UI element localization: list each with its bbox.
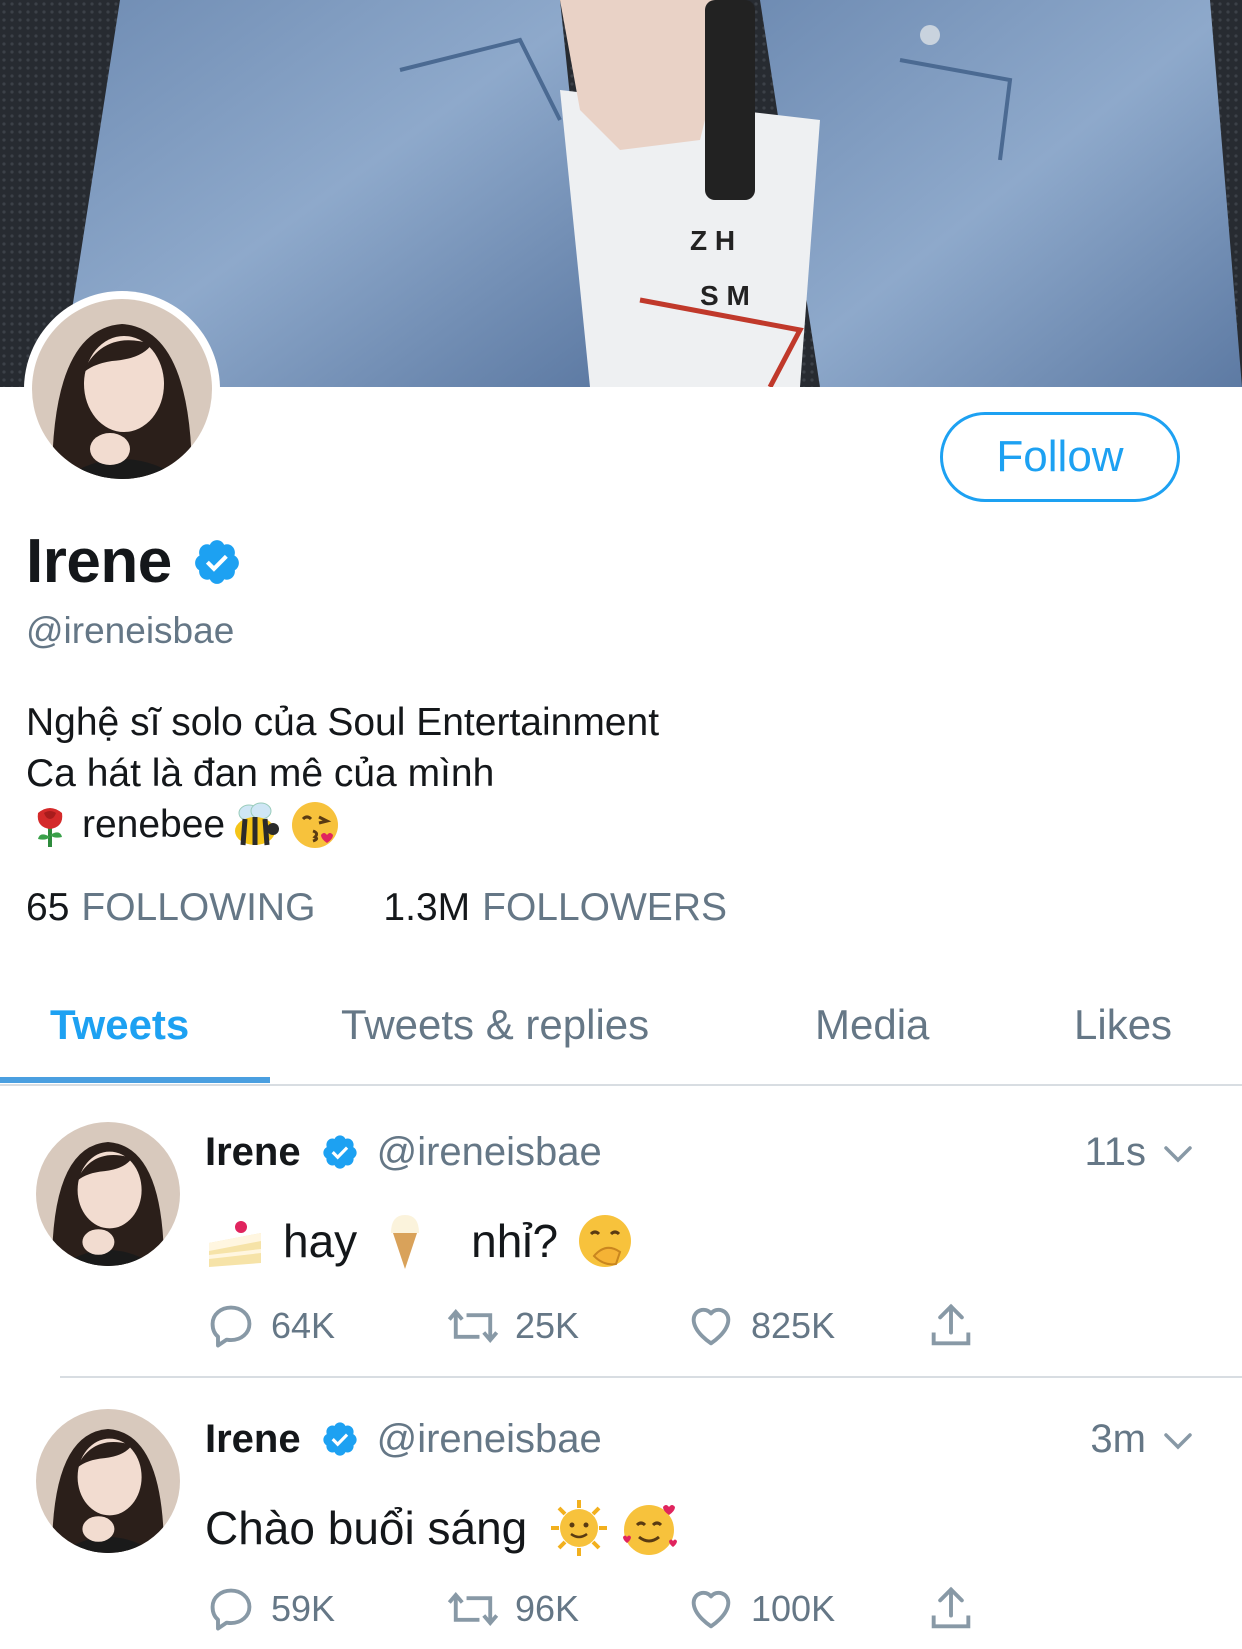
like-count: 100K xyxy=(751,1588,836,1629)
like-count: 825K xyxy=(751,1305,836,1346)
verified-badge-icon xyxy=(194,539,239,584)
reply-icon xyxy=(210,1588,252,1631)
followers-count: 1.3M xyxy=(383,886,471,929)
reply-count: 59K xyxy=(271,1588,336,1629)
tweet-author-name[interactable]: Irene xyxy=(205,1417,301,1462)
like-button[interactable]: 825K xyxy=(685,1296,835,1356)
rose-emoji-icon xyxy=(37,807,63,847)
cake-emoji-icon xyxy=(209,1221,261,1267)
reply-button[interactable]: 59K xyxy=(205,1579,335,1639)
tweet-actions: 59K 96K 100K xyxy=(205,1579,1105,1639)
retweet-button[interactable]: 96K xyxy=(445,1579,579,1639)
following-count: 65 xyxy=(26,886,70,929)
tweet-avatar[interactable] xyxy=(36,1409,180,1553)
verified-badge-icon xyxy=(322,1135,357,1169)
tweet-author-handle[interactable]: @ireneisbae xyxy=(377,1417,602,1462)
bio-line-1: Nghệ sĩ solo của Soul Entertainment xyxy=(26,701,660,744)
reply-count: 64K xyxy=(271,1305,336,1346)
svg-text:S M: S M xyxy=(700,280,750,311)
followers-label: FOLLOWERS xyxy=(482,886,727,929)
followers-stat[interactable]: 1.3M FOLLOWERS xyxy=(383,886,727,930)
tab-media[interactable]: Media xyxy=(815,970,929,1080)
retweet-button[interactable]: 25K xyxy=(445,1296,579,1356)
profile-bio: Nghệ sĩ solo của Soul Entertainment Ca h… xyxy=(26,697,659,850)
profile-name-text: Irene xyxy=(26,527,172,596)
bio-line-2: Ca hát là đan mê của mình xyxy=(26,752,495,795)
ice-cream-emoji-icon xyxy=(391,1215,420,1269)
tweet-timestamp[interactable]: 11s xyxy=(1084,1130,1146,1175)
profile-stats: 65 FOLLOWING 1.3M FOLLOWERS xyxy=(26,886,727,930)
reply-icon xyxy=(210,1305,252,1348)
following-label: FOLLOWING xyxy=(81,886,316,929)
retweet-count: 25K xyxy=(515,1305,580,1346)
tweet-actions: 64K 25K 825K xyxy=(205,1296,1105,1356)
tweet-text: Chào buổi sáng xyxy=(205,1493,681,1563)
tweet-header: Irene @ireneisbae xyxy=(205,1409,602,1469)
tweet-author-handle[interactable]: @ireneisbae xyxy=(377,1130,602,1175)
tweet-header: Irene @ireneisbae xyxy=(205,1122,602,1182)
tweet-text: hay nhỉ? xyxy=(205,1206,634,1276)
tab-tweets-and-replies[interactable]: Tweets & replies xyxy=(341,970,649,1080)
tweet-divider xyxy=(60,1376,1242,1378)
share-icon xyxy=(931,1303,971,1346)
tweet-text-content: Chào buổi sáng xyxy=(205,1502,528,1554)
profile-avatar[interactable] xyxy=(24,291,220,487)
smiling-face-hearts-emoji-icon xyxy=(623,1505,678,1555)
tweet-avatar[interactable] xyxy=(36,1122,180,1266)
share-icon xyxy=(931,1586,971,1629)
heart-icon xyxy=(691,1307,731,1346)
tweet-timestamp[interactable]: 3m xyxy=(1090,1417,1146,1462)
following-stat[interactable]: 65 FOLLOWING xyxy=(26,886,315,930)
sun-face-emoji-icon xyxy=(551,1500,608,1556)
tweet-author-name[interactable]: Irene xyxy=(205,1130,301,1175)
tweet-text-part: hay xyxy=(283,1215,358,1267)
profile-display-name: Irene xyxy=(26,526,242,597)
heart-icon xyxy=(691,1590,731,1629)
chevron-down-icon[interactable] xyxy=(1160,1136,1196,1172)
bee-emoji-icon xyxy=(235,802,280,845)
chevron-down-icon[interactable] xyxy=(1160,1423,1196,1459)
retweet-icon xyxy=(447,1309,499,1343)
like-button[interactable]: 100K xyxy=(685,1579,835,1639)
tab-likes[interactable]: Likes xyxy=(1074,970,1172,1080)
share-button[interactable] xyxy=(925,1296,991,1356)
active-tab-indicator xyxy=(0,1077,270,1083)
profile-tabs: Tweets Tweets & replies Media Likes xyxy=(0,970,1242,1086)
retweet-icon xyxy=(447,1592,499,1626)
bio-renebee-text: renebee xyxy=(82,803,226,846)
tab-tweets[interactable]: Tweets xyxy=(50,970,189,1080)
share-button[interactable] xyxy=(925,1579,991,1639)
kissing-face-emoji-icon xyxy=(292,801,339,848)
verified-badge-icon xyxy=(322,1422,357,1456)
hand-over-mouth-emoji-icon xyxy=(579,1215,632,1267)
bio-line-3: renebee xyxy=(26,799,659,850)
follow-button[interactable]: Follow xyxy=(940,412,1180,502)
tweet-text-part: nhỉ? xyxy=(471,1215,559,1267)
retweet-count: 96K xyxy=(515,1588,580,1629)
svg-text:Z H: Z H xyxy=(690,225,735,256)
profile-handle: @ireneisbae xyxy=(26,610,235,651)
reply-button[interactable]: 64K xyxy=(205,1296,335,1356)
